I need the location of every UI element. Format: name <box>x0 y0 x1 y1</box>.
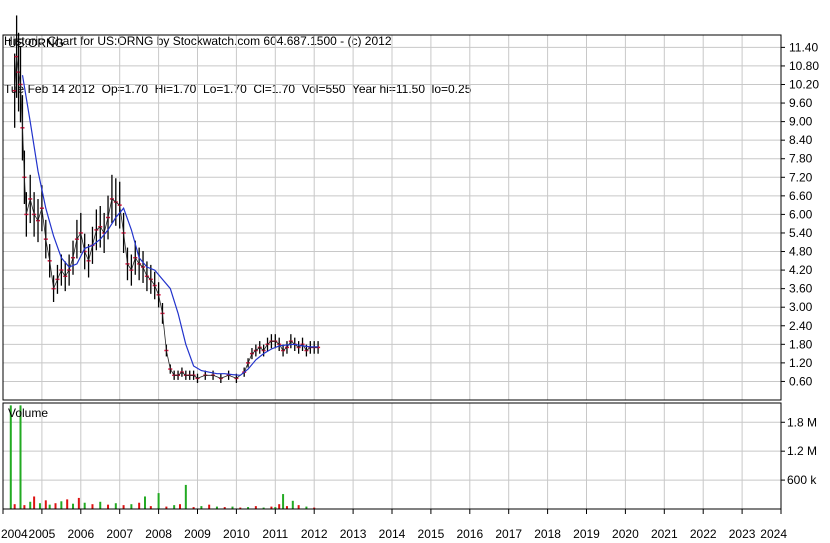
year-label: 2009 <box>184 527 211 541</box>
year-label: 2024 <box>760 527 787 541</box>
price-tick-label: 5.40 <box>789 226 813 240</box>
price-bars <box>12 15 321 383</box>
price-tick-label: 9.00 <box>789 115 813 129</box>
year-label: 2015 <box>418 527 445 541</box>
price-tick-label: 2.40 <box>789 319 813 333</box>
price-tick-label: 3.60 <box>789 282 813 296</box>
price-tick-label: 10.20 <box>789 77 819 91</box>
year-label: 2021 <box>651 527 678 541</box>
symbol-label: US:ORNG <box>8 36 64 50</box>
close-line <box>14 56 319 379</box>
price-tick-label: 3.00 <box>789 300 813 314</box>
year-label: 2007 <box>106 527 133 541</box>
year-label: 2018 <box>534 527 561 541</box>
time-axis: 2004 2005 2006 2007 2008 2009 2010 2011 2012 2013… <box>1 509 787 541</box>
price-tick-label: 7.80 <box>789 152 813 166</box>
price-tick-label: 7.20 <box>789 170 813 184</box>
year-label: 2019 <box>573 527 600 541</box>
year-label: 2013 <box>340 527 367 541</box>
price-axis: 11.40 10.80 10.20 9.60 9.00 8.40 7.80 7.20 6.60 6… <box>781 40 819 388</box>
price-tick-label: 1.20 <box>789 356 813 370</box>
year-label: 2012 <box>301 527 328 541</box>
year-label: 2006 <box>67 527 94 541</box>
price-tick-label: 9.60 <box>789 96 813 110</box>
year-label: 2014 <box>379 527 406 541</box>
volume-axis: 1.8 M 1.2 M 600 k <box>781 415 817 487</box>
year-label: 2017 <box>495 527 522 541</box>
volume-grid <box>2 403 782 509</box>
price-tick-label: 4.80 <box>789 245 813 259</box>
volume-tick-label: 1.2 M <box>787 444 817 458</box>
price-tick-label: 1.80 <box>789 337 813 351</box>
year-label: 2004 <box>1 527 28 541</box>
year-label: 2010 <box>223 527 250 541</box>
price-tick-label: 10.80 <box>789 59 819 73</box>
volume-label: Volume <box>8 406 48 420</box>
price-tick-label: 4.20 <box>789 263 813 277</box>
price-tick-label: 8.40 <box>789 133 813 147</box>
stock-chart: 11.40 10.80 10.20 9.60 9.00 8.40 7.80 7.20 6.60 6… <box>1 15 819 541</box>
year-label: 2016 <box>456 527 483 541</box>
year-label: 2022 <box>690 527 717 541</box>
price-tick-label: 11.40 <box>789 40 818 54</box>
volume-bars <box>9 405 316 509</box>
year-label: 2020 <box>612 527 639 541</box>
price-tick-label: 0.60 <box>789 374 813 388</box>
year-label: 2008 <box>145 527 172 541</box>
volume-tick-label: 1.8 M <box>787 415 817 429</box>
moving-average-line <box>21 75 319 376</box>
volume-tick-label: 600 k <box>787 473 817 487</box>
year-label: 2023 <box>729 527 756 541</box>
price-tick-label: 6.00 <box>789 207 813 221</box>
price-tick-label: 6.60 <box>789 189 813 203</box>
year-label: 2005 <box>29 527 56 541</box>
year-label: 2011 <box>262 527 288 541</box>
